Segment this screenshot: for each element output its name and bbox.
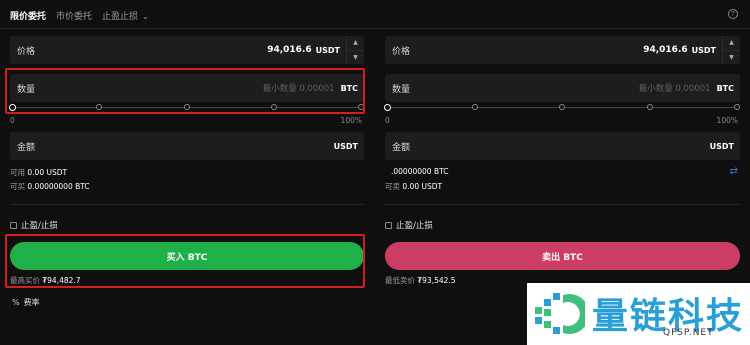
help-icon[interactable]: ? <box>728 9 738 19</box>
increment-icon[interactable]: ▲ <box>723 36 740 50</box>
tab-market-order[interactable]: 市价委托 <box>56 9 92 22</box>
buy-btc-button[interactable]: 买入 BTC <box>10 242 364 270</box>
sell-quantity-label: 数量 <box>392 84 411 95</box>
tab-tpsl-label: 止盈止损 <box>102 11 139 22</box>
sell-panel: 价格 94,016.6 USDT ▲ ▼ 数量 最小数量 0.00001 BTC… <box>384 36 740 296</box>
buy-reference-label: 最高买价 <box>10 276 40 285</box>
chevron-down-icon: ⌄ <box>142 11 149 21</box>
sell-can-sell: 可卖 0.00 USDT <box>385 181 442 192</box>
sell-reference-price: 最低卖价 ₮93,542.5 <box>385 275 456 286</box>
sell-amount-unit: USDT <box>709 141 734 151</box>
buy-price-value: 94,016.6 <box>267 45 312 55</box>
buy-slider-min-label: 0 <box>10 116 15 125</box>
sell-amount-label: 金额 <box>392 142 411 153</box>
fee-rate[interactable]: % 费率 <box>12 297 40 308</box>
sell-quantity-unit: BTC <box>716 83 734 93</box>
slider-stop-50[interactable] <box>559 104 565 110</box>
buy-tpsl-label: 止盈/止损 <box>21 221 58 231</box>
sell-percent-slider[interactable] <box>384 104 740 112</box>
sell-price-field[interactable]: 价格 94,016.6 USDT ▲ ▼ <box>385 36 740 64</box>
sell-quantity-placeholder: 最小数量 0.00001 <box>638 84 711 94</box>
sell-reference-label: 最低卖价 <box>385 276 415 285</box>
buy-available: 可用 0.00 USDT <box>10 167 67 178</box>
buy-quantity-field[interactable]: 数量 最小数量 0.00001 BTC <box>10 74 364 102</box>
sell-divider <box>385 204 740 205</box>
increment-icon[interactable]: ▲ <box>347 36 364 50</box>
watermark-logo-icon <box>535 293 585 334</box>
slider-stop-50[interactable] <box>183 104 190 110</box>
slider-stop-100[interactable] <box>734 104 740 110</box>
slider-handle[interactable] <box>384 104 391 111</box>
tab-tpsl-order[interactable]: 止盈止损 ⌄ <box>102 9 149 22</box>
buy-panel: 价格 94,016.6 USDT ▲ ▼ 数量 最小数量 0.00001 BTC… <box>9 36 364 296</box>
sell-available-value: .00000000 BTC <box>391 167 449 176</box>
sell-reference-value: ₮93,542.5 <box>417 276 456 285</box>
decrement-icon[interactable]: ▼ <box>723 49 740 65</box>
sell-slider-max-label: 100% <box>716 116 738 125</box>
checkbox-icon[interactable] <box>10 221 17 229</box>
sell-can-sell-label: 可卖 <box>385 182 400 191</box>
sell-tpsl-label: 止盈/止损 <box>396 221 433 231</box>
sell-tpsl-checkbox[interactable]: 止盈/止损 <box>385 219 433 231</box>
slider-stop-75[interactable] <box>270 104 277 110</box>
sell-price-stepper[interactable]: ▲ ▼ <box>722 36 740 64</box>
buy-can-buy-value: 0.00000000 BTC <box>27 182 90 191</box>
buy-quantity-placeholder: 最小数量 0.00001 <box>262 84 335 94</box>
header-divider <box>0 28 750 29</box>
percent-icon: % <box>12 298 20 307</box>
sell-price-label: 价格 <box>392 46 411 57</box>
buy-available-value: 0.00 USDT <box>27 168 68 177</box>
sell-can-sell-value: 0.00 USDT <box>402 182 443 191</box>
buy-slider-max-label: 100% <box>340 116 362 125</box>
buy-price-label: 价格 <box>17 46 36 57</box>
sell-quantity-field[interactable]: 数量 最小数量 0.00001 BTC <box>385 74 740 102</box>
slider-stop-75[interactable] <box>646 104 653 110</box>
sell-price-unit: USDT <box>691 45 716 55</box>
decrement-icon[interactable]: ▼ <box>347 49 364 65</box>
slider-handle[interactable] <box>9 104 16 111</box>
buy-reference-value: ₮94,482.7 <box>42 276 81 285</box>
buy-reference-price: 最高买价 ₮94,482.7 <box>10 275 81 286</box>
buy-price-field[interactable]: 价格 94,016.6 USDT ▲ ▼ <box>10 36 364 64</box>
sell-btc-button[interactable]: 卖出 BTC <box>385 242 740 270</box>
buy-amount-unit: USDT <box>333 141 358 151</box>
fee-rate-label: 费率 <box>23 298 40 307</box>
watermark: 量链科技 QFSP.NET <box>527 283 750 345</box>
slider-stop-25[interactable] <box>471 104 478 110</box>
buy-amount-field[interactable]: 金额 USDT <box>10 132 364 160</box>
sell-available: .00000000 BTC <box>391 167 448 176</box>
buy-price-stepper[interactable]: ▲ ▼ <box>346 36 364 64</box>
swap-icon[interactable]: ⇄ <box>730 166 738 177</box>
tab-limit-order[interactable]: 限价委托 <box>10 9 46 22</box>
sell-price-value: 94,016.6 <box>643 45 688 55</box>
buy-quantity-unit: BTC <box>340 83 358 93</box>
slider-stop-100[interactable] <box>358 104 364 110</box>
buy-percent-slider[interactable] <box>9 104 364 112</box>
buy-can-buy: 可买 0.00000000 BTC <box>10 181 90 192</box>
buy-divider <box>10 204 364 205</box>
buy-available-label: 可用 <box>10 168 25 177</box>
buy-quantity-label: 数量 <box>17 84 36 95</box>
buy-can-buy-label: 可买 <box>10 182 25 191</box>
buy-tpsl-checkbox[interactable]: 止盈/止损 <box>10 219 58 231</box>
checkbox-icon[interactable] <box>385 221 392 229</box>
watermark-url: QFSP.NET <box>663 328 714 338</box>
sell-amount-field[interactable]: 金额 USDT <box>385 132 740 160</box>
sell-slider-min-label: 0 <box>385 116 390 125</box>
slider-stop-25[interactable] <box>96 104 103 110</box>
order-type-tabs: 限价委托 市价委托 止盈止损 ⌄ <box>10 8 149 22</box>
buy-amount-label: 金额 <box>17 142 36 153</box>
buy-price-unit: USDT <box>315 45 340 55</box>
